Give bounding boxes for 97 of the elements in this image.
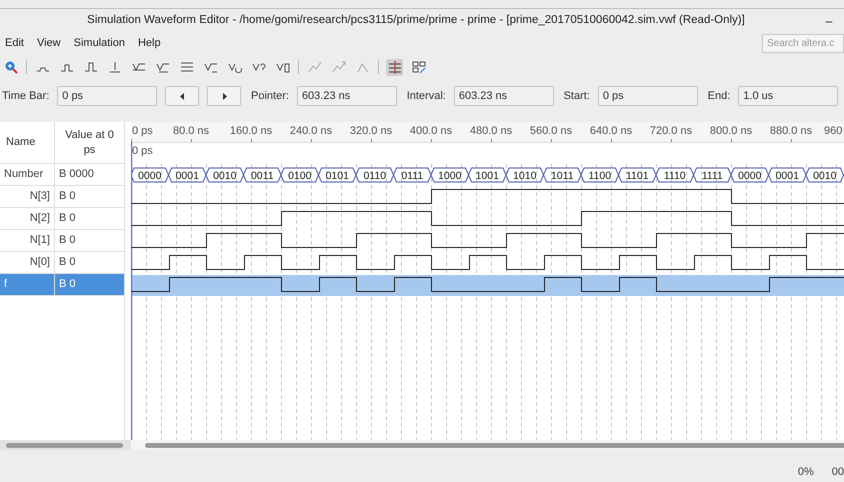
ruler-tick [431,138,432,142]
bus-value: 1000 [438,170,462,182]
bus-value: 1101 [626,170,649,182]
window-title: Simulation Waveform Editor - /home/gomi/research/pcs3115/prime/prime - prime - [prime_20170510060042.sim.vwf (Read-Only)] [86,12,746,28]
bus-segment [692,168,732,182]
ruler-tick [131,138,132,142]
field-label: Interval: [406,88,446,104]
ruler-label: 720.0 ns [650,125,692,137]
bus-value: 0001 [176,170,199,182]
bus-segment [542,168,582,182]
ruler-tick [371,138,372,142]
minimize-button[interactable]: – [814,12,844,30]
status-text: 00 [832,464,844,480]
bus-value: 0011 [250,170,274,182]
bus-segment [242,168,282,182]
bus-segment [505,168,544,182]
signal-row[interactable]: N[2] B 0 [0,208,124,230]
signal-row[interactable]: Number B 0000 [0,164,124,186]
bus-value: 0000 [738,170,762,182]
previous-button[interactable] [165,86,200,106]
zoom-icon[interactable] [4,60,18,74]
bus-segment [580,168,620,182]
bus-value: 0111 [401,170,424,182]
bus-segment [730,168,770,182]
status-text: 0% [798,464,814,480]
bus-value: 0010 [213,170,236,182]
bus-value: 0101 [326,170,349,182]
bus-segment [768,168,807,182]
ruler-tick [791,138,792,142]
ruler-label: 80.0 ns [172,125,210,137]
grid-toggle-icon[interactable] [386,58,403,76]
bus-value: 1110 [664,170,686,182]
column-header: Value at 0 ps [54,122,124,163]
bus-value: 0010 [813,170,836,182]
field-label: Pointer: [251,88,289,104]
bus-segment [618,168,657,182]
bus-segment [280,168,320,182]
time-field[interactable]: 603.23 ns [454,86,554,106]
ruler-tick [191,138,192,142]
bus-value: 1100 [588,170,612,182]
ruler-tick [251,138,252,142]
time-field[interactable]: 603.23 ns [296,86,397,106]
bus-segment [430,168,470,182]
menu-item[interactable]: Help [132,34,166,52]
ruler-tick [731,138,732,142]
field-label: Start: [564,88,590,104]
menu-item[interactable]: Simulation [68,34,130,52]
bus-segment [205,168,244,182]
menu-item[interactable]: Edit [0,34,29,52]
next-button[interactable] [207,86,242,106]
ruler-tick [551,138,552,142]
ruler-label: 800.0 ns [710,125,752,137]
ruler-label: 400.0 ns [410,125,452,137]
bus-segment [355,168,394,182]
time-field[interactable]: 0 ps [57,86,158,106]
ruler-tick [671,138,672,142]
ruler-label: 0 ps [132,125,153,137]
menu-item[interactable]: View [32,34,66,52]
signal-row[interactable]: N[3] B 0 [0,186,124,208]
ruler-tick [491,138,492,142]
time-field[interactable]: 0 ps [598,86,698,106]
cursor-label: 0 ps [132,145,153,157]
bus-value: 0001 [776,170,799,182]
ruler-label: 640.0 ns [590,125,632,137]
bus-segment [131,168,170,182]
field-label: End: [708,88,730,104]
field-label: Time Bar: [2,88,50,104]
column-header: Name [5,135,36,150]
ruler-label: 160.0 ns [230,125,272,137]
search-field[interactable]: Search altera.c [762,34,844,52]
ruler-label: 480.0 ns [470,125,512,137]
scrollbar-thumb[interactable] [145,442,844,448]
bus-value: 0000 [138,170,162,182]
bus-segment [168,168,207,182]
bus-segment [655,168,694,182]
signal-row[interactable]: N[1] B 0 [0,230,124,252]
bus-segment [468,168,507,182]
bus-value: 1001 [476,170,499,182]
ruler-tick [611,138,612,142]
left-triangle-icon [180,92,185,100]
bus-segment [392,168,432,182]
bus-value: 0110 [363,170,386,182]
bus-value: 1010 [513,170,536,182]
bus-segment [318,168,357,182]
ruler-tick [311,138,312,142]
ruler-label: 320.0 ns [350,125,392,137]
scrollbar-thumb[interactable] [6,442,123,448]
ruler-label: 240.0 ns [290,125,332,137]
ruler-label: 960 [824,125,842,137]
ruler-label: 560.0 ns [530,125,572,137]
bus-value: 1011 [550,170,574,182]
bus-value: 1111 [702,170,723,182]
time-field[interactable]: 1.0 us [738,86,838,106]
bus-value: 0100 [288,170,312,182]
ruler-label: 880.0 ns [770,125,812,137]
right-triangle-icon [222,92,227,100]
bus-segment [805,168,844,182]
